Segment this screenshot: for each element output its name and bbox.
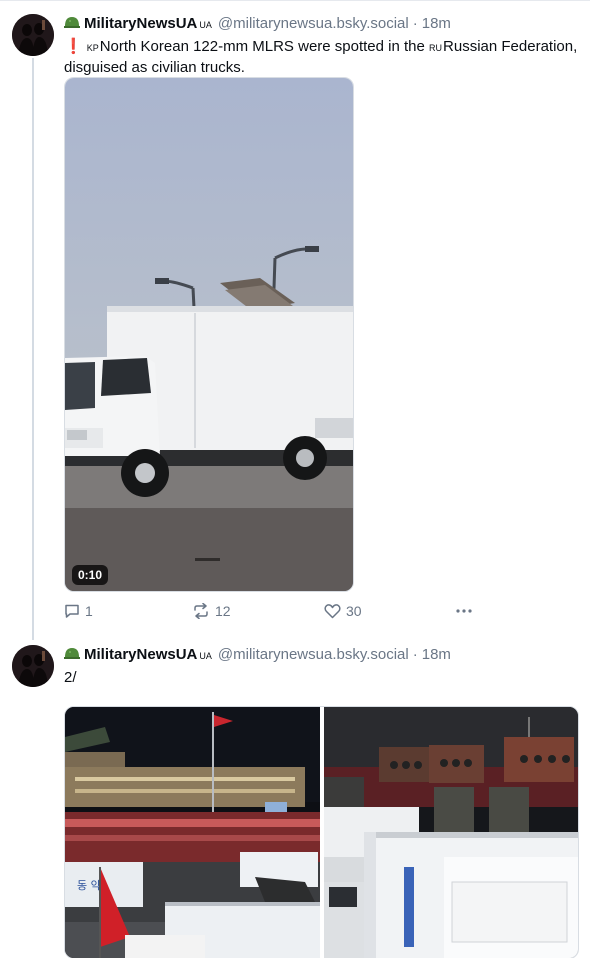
post-1[interactable]: MilitaryNewsUA UA @militarynewsua.bsky.s… bbox=[64, 14, 584, 619]
reply-button[interactable]: 1 bbox=[64, 603, 93, 619]
post-actions: 1 12 30 bbox=[64, 603, 494, 623]
exclamation-icon: ❗ bbox=[64, 38, 83, 55]
separator: · bbox=[412, 646, 418, 663]
video-duration: 0:10 bbox=[72, 565, 109, 585]
repost-icon bbox=[194, 603, 208, 619]
post-2[interactable]: MilitaryNewsUA UA @militarynewsua.bsky.s… bbox=[64, 645, 584, 958]
post-time[interactable]: 18m bbox=[422, 14, 451, 33]
post-header: MilitaryNewsUA UA @militarynewsua.bsky.s… bbox=[64, 645, 584, 666]
gallery-image-2[interactable] bbox=[324, 707, 578, 958]
helmet-emoji-icon bbox=[64, 15, 80, 29]
post-text-part1: North Korean 122-mm MLRS were spotted in… bbox=[99, 38, 430, 55]
author-avatar[interactable] bbox=[12, 14, 54, 56]
author-avatar[interactable] bbox=[12, 645, 54, 687]
author-handle[interactable]: @militarynewsua.bsky.social bbox=[218, 645, 409, 664]
more-icon bbox=[456, 609, 472, 613]
author-handle[interactable]: @militarynewsua.bsky.social bbox=[218, 14, 409, 33]
post-time[interactable]: 18m bbox=[422, 645, 451, 664]
repost-button[interactable]: 12 bbox=[192, 603, 231, 619]
post-header: MilitaryNewsUA UA @militarynewsua.bsky.s… bbox=[64, 14, 584, 35]
kp-flag: KP bbox=[86, 43, 99, 53]
author-name[interactable]: MilitaryNewsUA bbox=[84, 645, 197, 664]
heart-icon bbox=[324, 604, 341, 619]
author-name[interactable]: MilitaryNewsUA bbox=[84, 14, 197, 33]
video-embed[interactable]: 0:10 bbox=[64, 77, 354, 592]
svg-text:동 약: 동 약 bbox=[77, 878, 101, 892]
author-flag: UA bbox=[199, 651, 212, 661]
thread-line bbox=[32, 58, 34, 640]
post-text: 2/ bbox=[64, 669, 77, 686]
repost-count: 12 bbox=[215, 603, 231, 619]
separator: · bbox=[412, 15, 418, 32]
ru-flag: RU bbox=[429, 43, 443, 53]
reply-icon bbox=[65, 604, 79, 618]
more-button[interactable] bbox=[454, 603, 479, 619]
reply-count: 1 bbox=[85, 603, 93, 619]
image-gallery: 동 약 bbox=[64, 706, 579, 958]
like-button[interactable]: 30 bbox=[324, 603, 362, 619]
top-divider bbox=[0, 0, 590, 1]
gallery-image-1[interactable]: 동 약 bbox=[65, 707, 320, 958]
post-text: ❗ KPNorth Korean 122-mm MLRS were spotted… bbox=[64, 37, 584, 78]
author-flag: UA bbox=[199, 20, 212, 30]
like-count: 30 bbox=[346, 603, 362, 619]
helmet-emoji-icon bbox=[64, 646, 80, 660]
